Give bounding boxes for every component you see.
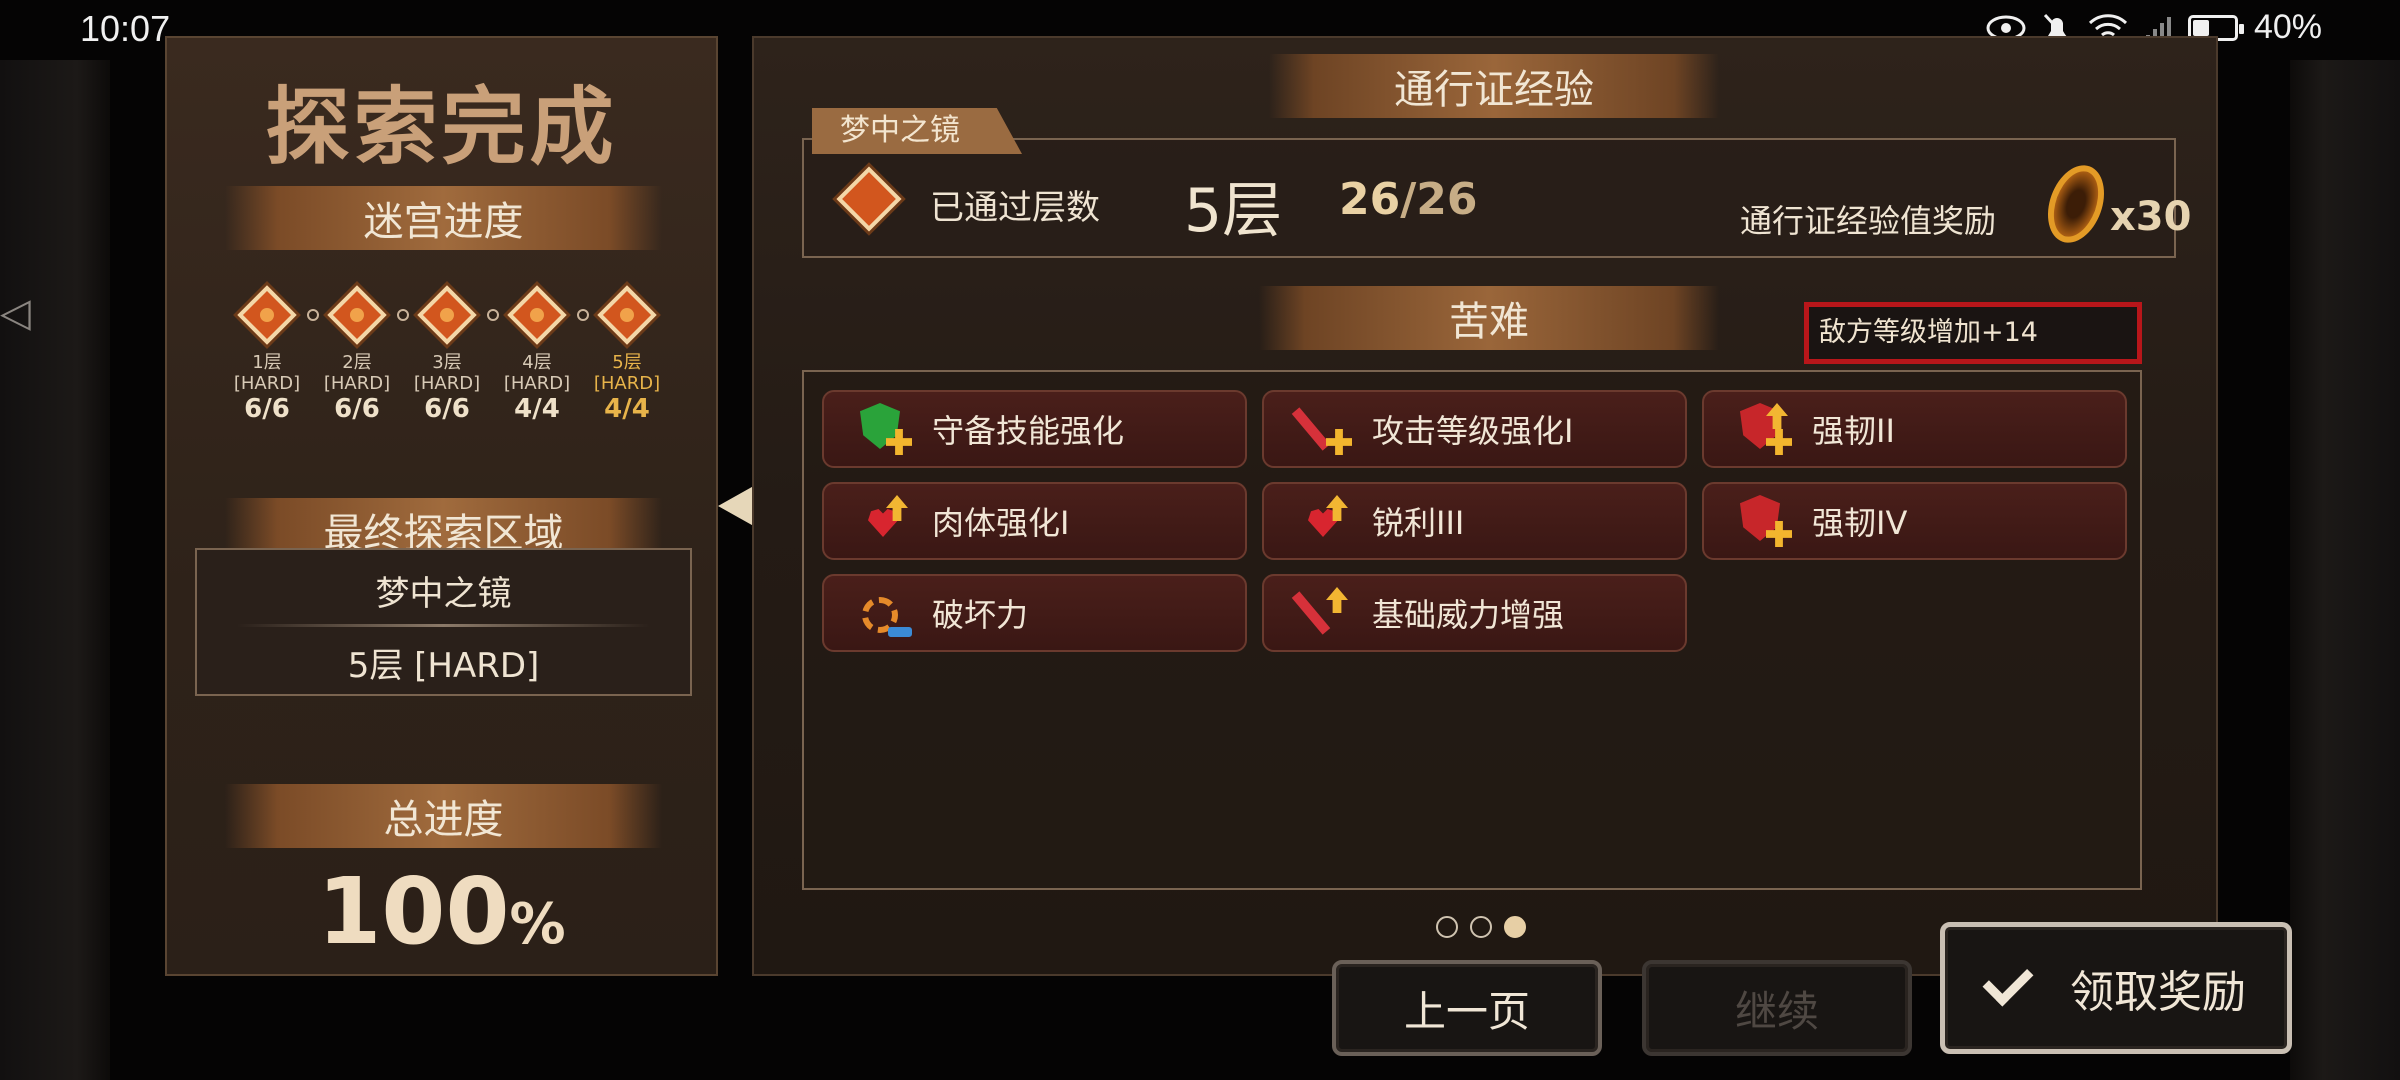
- pass-reward-label: 通行证经验值奖励: [1740, 202, 1997, 240]
- floor-difficulty: [HARD]: [323, 373, 391, 394]
- floor-difficulty: [HARD]: [593, 373, 661, 394]
- heart-arrow-icon: [860, 495, 912, 547]
- pass-reward-count: x30: [2110, 194, 2192, 240]
- passed-floors-label: 已通过层数: [930, 188, 1100, 228]
- total-progress-number: 100: [317, 858, 510, 965]
- floor-difficulty: [HARD]: [413, 373, 481, 394]
- hardship-chip[interactable]: 守备技能强化: [822, 390, 1247, 468]
- hardship-chip[interactable]: 锐利III: [1262, 482, 1687, 560]
- hardship-header: 苦难: [1259, 286, 1719, 350]
- passed-count-total: /26: [1400, 174, 1478, 225]
- previous-page-button[interactable]: 上一页: [1332, 960, 1602, 1056]
- hardship-chip[interactable]: 强韧IV: [1702, 482, 2127, 560]
- floor-diamond-icon: [597, 285, 657, 345]
- edge-menu-icon[interactable]: ◁: [0, 290, 31, 336]
- floor-count: 6/6: [334, 394, 380, 424]
- divider: [237, 624, 650, 627]
- page-dot[interactable]: [1436, 916, 1458, 938]
- battery-fill: [2192, 19, 2209, 36]
- sword-heart-icon: [1300, 495, 1352, 547]
- final-area-name: 梦中之镜: [375, 574, 512, 614]
- hardship-label: 强韧II: [1812, 412, 1895, 450]
- gear-break-icon: [860, 587, 912, 639]
- floor-diamond-icon: [417, 285, 477, 345]
- floor-name: 3层: [432, 352, 462, 373]
- rewards-panel: 通行证经验 已通过层数 5层 26/26 通行证经验值奖励 x30 梦中之镜 苦…: [752, 36, 2218, 976]
- hardship-chip[interactable]: 攻击等级强化I: [1262, 390, 1687, 468]
- maze-progress-header: 迷宫进度: [225, 186, 662, 250]
- enemy-level-badge: 敌方等级增加+14: [1804, 302, 2142, 364]
- map-tag: 梦中之镜: [812, 108, 1022, 154]
- floor-item: 4层 [HARD] 4/4: [497, 282, 577, 424]
- floor-diamond-icon: [327, 285, 387, 345]
- hardship-label: 强韧IV: [1812, 504, 1908, 542]
- side-decoration-right: [2290, 60, 2400, 1080]
- floor-count: 6/6: [244, 394, 290, 424]
- floor-count: 4/4: [604, 394, 650, 424]
- check-icon: [1982, 955, 2034, 1007]
- battery-percent: 40%: [2253, 8, 2322, 46]
- status-time: 10:07: [80, 8, 171, 49]
- page-indicator: [1436, 916, 1526, 938]
- pass-exp-header: 通行证经验: [1269, 54, 1719, 118]
- hardship-label: 守备技能强化: [932, 412, 1125, 450]
- exploration-summary-panel: 探索完成 迷宫进度 1层 [HARD] 6/6 2层 [HARD] 6/6 3层…: [165, 36, 718, 976]
- sword-plus-icon: [1291, 403, 1352, 455]
- floor-item: 1层 [HARD] 6/6: [227, 282, 307, 424]
- floor-count: 6/6: [424, 394, 470, 424]
- hardship-chip[interactable]: 破坏力: [822, 574, 1247, 652]
- hardship-chip[interactable]: 强韧II: [1702, 390, 2127, 468]
- floor-item: 2层 [HARD] 6/6: [317, 282, 397, 424]
- pass-exp-token-icon: [2037, 157, 2115, 251]
- shield-plus-icon: [1740, 495, 1792, 547]
- page-title: 探索完成: [265, 78, 618, 176]
- continue-button[interactable]: 继续: [1642, 960, 1912, 1056]
- total-progress-value: 100%: [167, 858, 716, 965]
- side-decoration-left: [0, 60, 110, 1080]
- sword-arrow-icon: [1291, 587, 1352, 639]
- hardship-chip[interactable]: 基础威力增强: [1262, 574, 1687, 652]
- hardship-label: 肉体强化I: [932, 504, 1070, 542]
- hardship-label: 破坏力: [932, 596, 1029, 634]
- page-dot[interactable]: [1470, 916, 1492, 938]
- hardship-label: 锐利III: [1372, 504, 1465, 542]
- floor-name: 2层: [342, 352, 372, 373]
- floor-progress-list: 1层 [HARD] 6/6 2层 [HARD] 6/6 3层 [HARD] 6/…: [227, 282, 667, 424]
- claim-reward-label: 领取奖励: [2070, 967, 2246, 1018]
- shield-green-plus-icon: [860, 403, 912, 455]
- passed-count: 26/26: [1339, 174, 1478, 225]
- floor-name: 4层: [522, 352, 552, 373]
- floor-diamond-icon: [836, 166, 902, 232]
- claim-reward-button[interactable]: 领取奖励: [1940, 922, 2292, 1054]
- floor-name: 1层: [252, 352, 282, 373]
- floor-difficulty: [HARD]: [503, 373, 571, 394]
- page-dot-active[interactable]: [1504, 916, 1526, 938]
- final-area-box: 梦中之镜 5层 [HARD]: [195, 548, 692, 696]
- hardship-chip[interactable]: 肉体强化I: [822, 482, 1247, 560]
- hardship-label: 攻击等级强化I: [1372, 412, 1574, 450]
- passed-floor: 5层: [1184, 176, 1283, 246]
- floor-count: 4/4: [514, 394, 560, 424]
- floor-item-current: 5层 [HARD] 4/4: [587, 282, 667, 424]
- floor-diamond-icon: [237, 285, 297, 345]
- shield-arrow-icon: [1740, 403, 1792, 455]
- hardship-label: 基础威力增强: [1372, 596, 1565, 634]
- floor-diamond-icon: [507, 285, 567, 345]
- floor-item: 3层 [HARD] 6/6: [407, 282, 487, 424]
- hardship-list: 守备技能强化 攻击等级强化I 强韧II 肉体强化I 锐利III 强韧IV 破坏力: [802, 370, 2142, 890]
- floor-name: 5层: [612, 352, 642, 373]
- total-progress-header: 总进度: [225, 784, 662, 848]
- pass-exp-box: 已通过层数 5层 26/26 通行证经验值奖励 x30: [802, 138, 2191, 258]
- floor-difficulty: [HARD]: [233, 373, 301, 394]
- total-progress-unit: %: [509, 892, 566, 957]
- passed-count-current: 26: [1339, 174, 1401, 225]
- final-area-floor: 5层 [HARD]: [347, 646, 540, 686]
